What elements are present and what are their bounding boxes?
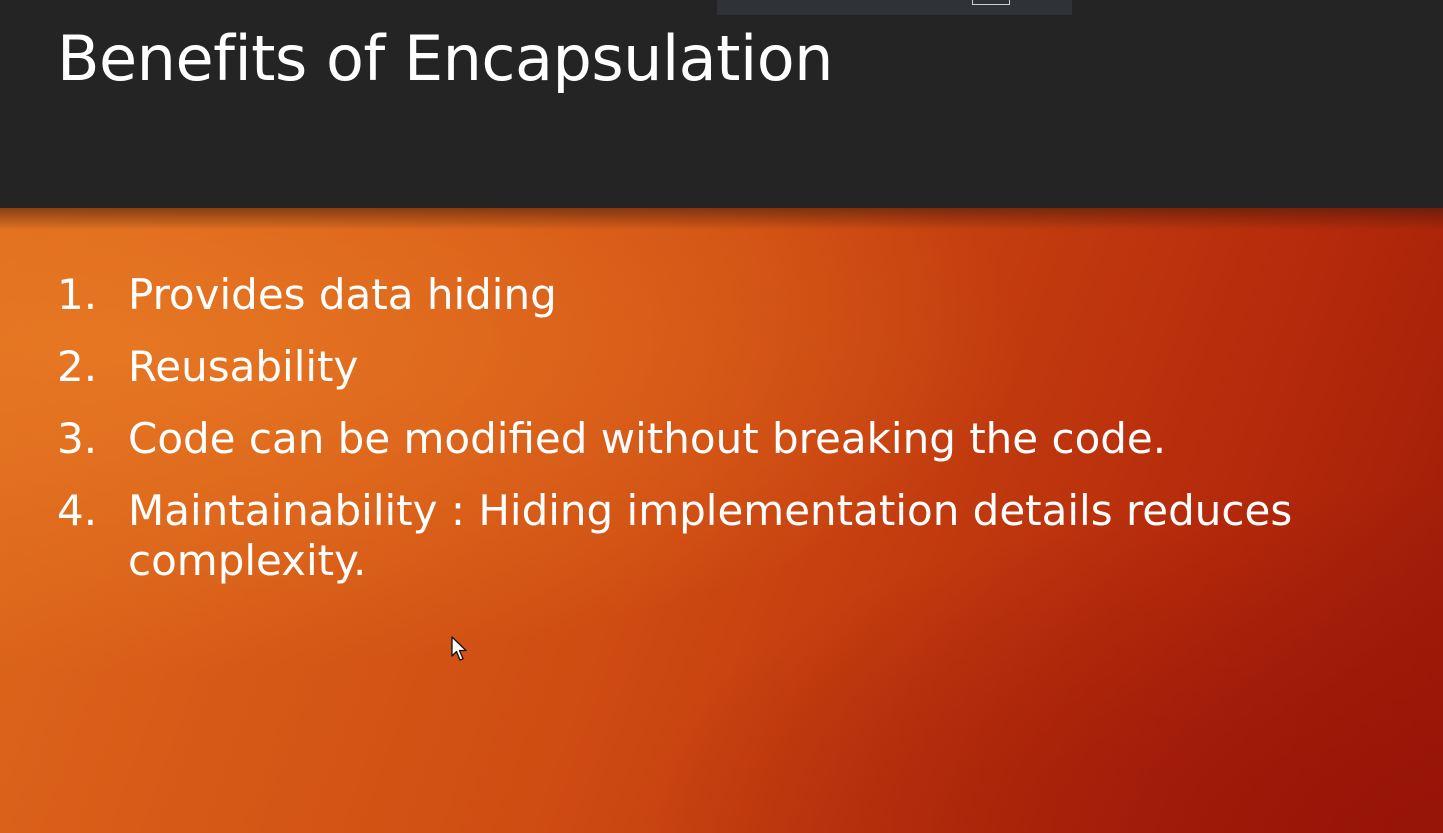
list-item-number: 1.	[57, 270, 98, 319]
list-item: 2. Reusability	[57, 342, 1377, 392]
list-item: 1. Provides data hiding	[57, 270, 1377, 320]
list-item-text: Reusability	[128, 342, 359, 391]
list-item-text: Provides data hiding	[128, 270, 557, 319]
top-overlay-strip	[717, 0, 1072, 15]
list-item: 4. Maintainability : Hiding implementati…	[57, 486, 1377, 586]
mouse-pointer-icon	[451, 636, 467, 661]
list-item-number: 3.	[57, 414, 98, 463]
list-item-number: 4.	[57, 486, 98, 535]
list-item-text: Maintainability : Hiding implementation …	[128, 486, 1293, 585]
presentation-slide: Benefits of Encapsulation 1. Provides da…	[0, 0, 1443, 833]
list-item-text: Code can be modified without breaking th…	[128, 414, 1167, 463]
top-overlay-button[interactable]	[972, 0, 1010, 5]
benefits-list: 1. Provides data hiding 2. Reusability 3…	[57, 270, 1377, 608]
slide-title: Benefits of Encapsulation	[57, 22, 833, 95]
list-item-number: 2.	[57, 342, 98, 391]
list-item: 3. Code can be modified without breaking…	[57, 414, 1377, 464]
